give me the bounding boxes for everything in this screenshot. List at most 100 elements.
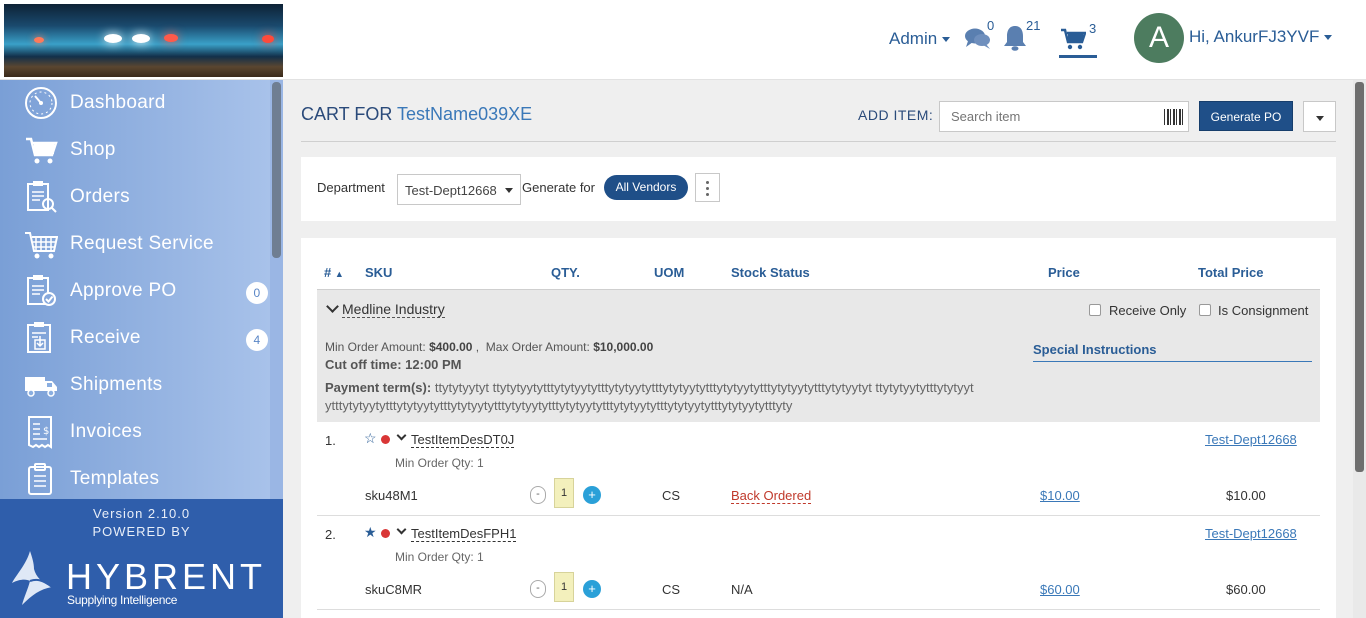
messages-count: 0	[987, 18, 995, 33]
cart-icon[interactable]	[1060, 28, 1086, 50]
sidebar-item-label: Receive	[70, 327, 141, 348]
item-name-link[interactable]: TestItemDesFPH1	[411, 526, 517, 542]
generate-po-dropdown-button[interactable]	[1303, 101, 1336, 132]
search-item-field	[939, 101, 1189, 132]
item-price-link[interactable]: $10.00	[1040, 488, 1080, 503]
item-sku: skuC8MR	[365, 582, 423, 597]
sidebar-item-label: Orders	[70, 186, 130, 207]
hybrent-bird-logo-icon	[12, 551, 53, 605]
payment-terms: Payment term(s): ttytytyytyt ttytytyytyt…	[325, 380, 974, 413]
caret-down-icon	[505, 188, 513, 193]
sidebar-scrollbar-thumb[interactable]	[272, 82, 281, 258]
request-service-icon	[25, 232, 58, 259]
sidebar-item-label: Templates	[70, 468, 160, 489]
favorite-star-outline-icon[interactable]: ☆	[364, 430, 377, 447]
generate-po-button[interactable]: Generate PO	[1199, 101, 1293, 131]
sidebar-nav: Dashboard Shop Orders Request Service Ap…	[0, 80, 270, 499]
sidebar-item-invoices[interactable]: $ Invoices	[0, 409, 270, 456]
department-label: Department	[317, 180, 385, 195]
svg-text:$: $	[43, 426, 50, 437]
page-scrollbar[interactable]	[1353, 80, 1366, 618]
sidebar: Dashboard Shop Orders Request Service Ap…	[0, 80, 283, 618]
receive-count-badge: 4	[246, 329, 268, 351]
receive-icon	[27, 322, 51, 353]
page-title: CART FOR TestName039XE	[301, 104, 533, 124]
sidebar-item-label: Dashboard	[70, 92, 166, 113]
chevron-down-icon[interactable]	[396, 430, 407, 441]
cutoff-time: Cut off time: 12:00 PM	[325, 357, 462, 372]
invoice-icon: $	[28, 416, 52, 449]
qty-increase-button[interactable]: +	[583, 580, 601, 598]
more-options-icon[interactable]	[695, 173, 720, 202]
sidebar-item-label: Invoices	[70, 421, 143, 442]
top-header: Admin 0 21 3 A Hi, AnkurFJ3YVF	[0, 0, 1366, 80]
powered-by-label: POWERED BY	[92, 524, 191, 539]
column-header-price[interactable]: Price	[1048, 265, 1080, 280]
is-consignment-label: Is Consignment	[1218, 303, 1309, 318]
vendor-group-header: Medline Industry Receive Only Is Consign…	[317, 290, 1320, 422]
approve-po-count-badge: 0	[246, 282, 268, 304]
stock-status: N/A	[731, 582, 753, 597]
sidebar-item-dashboard[interactable]: Dashboard	[0, 80, 270, 127]
column-header-stock-status[interactable]: Stock Status	[731, 265, 810, 280]
qty-decrease-button[interactable]: -	[530, 486, 546, 504]
user-avatar[interactable]: A	[1134, 13, 1184, 63]
favorite-star-filled-icon[interactable]: ★	[364, 524, 377, 541]
item-name-link[interactable]: TestItemDesDT0J	[411, 432, 515, 448]
column-header-sku[interactable]: SKU	[365, 265, 392, 280]
qty-increase-button[interactable]: +	[583, 486, 601, 504]
all-vendors-button[interactable]: All Vendors	[604, 175, 688, 200]
item-price-link[interactable]: $60.00	[1040, 582, 1080, 597]
item-department-link[interactable]: Test-Dept12668	[1205, 432, 1297, 447]
item-department-link[interactable]: Test-Dept12668	[1205, 526, 1297, 541]
sidebar-item-templates[interactable]: Templates	[0, 456, 270, 499]
min-order-qty: Min Order Qty: 1	[395, 550, 484, 564]
column-header-uom[interactable]: UOM	[654, 265, 684, 280]
sidebar-item-request-service[interactable]: Request Service	[0, 221, 270, 268]
sidebar-item-receive[interactable]: Receive 4	[0, 315, 270, 362]
notifications-count: 21	[1026, 18, 1041, 33]
cart-items-panel: # ▲ SKU QTY. UOM Stock Status Price Tota…	[301, 238, 1336, 618]
search-item-input[interactable]	[940, 102, 1150, 131]
chevron-down-icon[interactable]	[396, 524, 407, 535]
sidebar-item-approve-po[interactable]: Approve PO 0	[0, 268, 270, 315]
user-menu[interactable]: Hi, AnkurFJ3YVF	[1189, 27, 1333, 47]
qty-decrease-button[interactable]: -	[530, 580, 546, 598]
main-content: CART FOR TestName039XE ADD ITEM: Generat…	[283, 80, 1353, 618]
truck-icon	[25, 377, 57, 397]
sidebar-item-orders[interactable]: Orders	[0, 174, 270, 221]
caret-down-icon	[942, 37, 951, 43]
add-item-label: ADD ITEM:	[858, 107, 934, 123]
cart-count: 3	[1089, 21, 1097, 36]
special-instructions-field[interactable]: Special Instructions	[1033, 342, 1312, 362]
sort-asc-icon: ▲	[334, 269, 344, 279]
notifications-bell-icon[interactable]	[1003, 25, 1027, 51]
row-number: 2.	[325, 527, 336, 542]
receive-only-checkbox[interactable]	[1089, 304, 1101, 316]
order-amount-limits: Min Order Amount: $400.00 , Max Order Am…	[325, 340, 654, 354]
page-scrollbar-thumb[interactable]	[1355, 82, 1364, 472]
approve-po-icon	[27, 275, 56, 306]
min-order-qty: Min Order Qty: 1	[395, 456, 484, 470]
department-select[interactable]: Test-Dept12668	[397, 174, 521, 205]
column-header-qty[interactable]: QTY.	[551, 265, 580, 280]
templates-icon	[28, 463, 52, 495]
is-consignment-checkbox[interactable]	[1199, 304, 1211, 316]
admin-menu[interactable]: Admin	[889, 29, 951, 49]
qty-input[interactable]: 1	[554, 572, 574, 602]
dashboard-icon	[25, 87, 57, 119]
column-header-number[interactable]: # ▲	[324, 265, 344, 280]
sidebar-item-shipments[interactable]: Shipments	[0, 362, 270, 409]
qty-input[interactable]: 1	[554, 478, 574, 508]
row-number: 1.	[325, 433, 336, 448]
chevron-down-icon[interactable]	[326, 300, 339, 313]
company-logo-image	[4, 4, 283, 77]
column-header-total-price[interactable]: Total Price	[1198, 265, 1264, 280]
sidebar-item-label: Request Service	[70, 233, 214, 254]
vendor-name[interactable]: Medline Industry	[342, 301, 445, 318]
barcode-icon[interactable]	[1164, 109, 1184, 125]
sidebar-item-shop[interactable]: Shop	[0, 127, 270, 174]
app-version: Version 2.10.0	[92, 506, 191, 521]
cart-owner-name[interactable]: TestName039XE	[397, 104, 532, 124]
stock-status[interactable]: Back Ordered	[731, 488, 812, 504]
